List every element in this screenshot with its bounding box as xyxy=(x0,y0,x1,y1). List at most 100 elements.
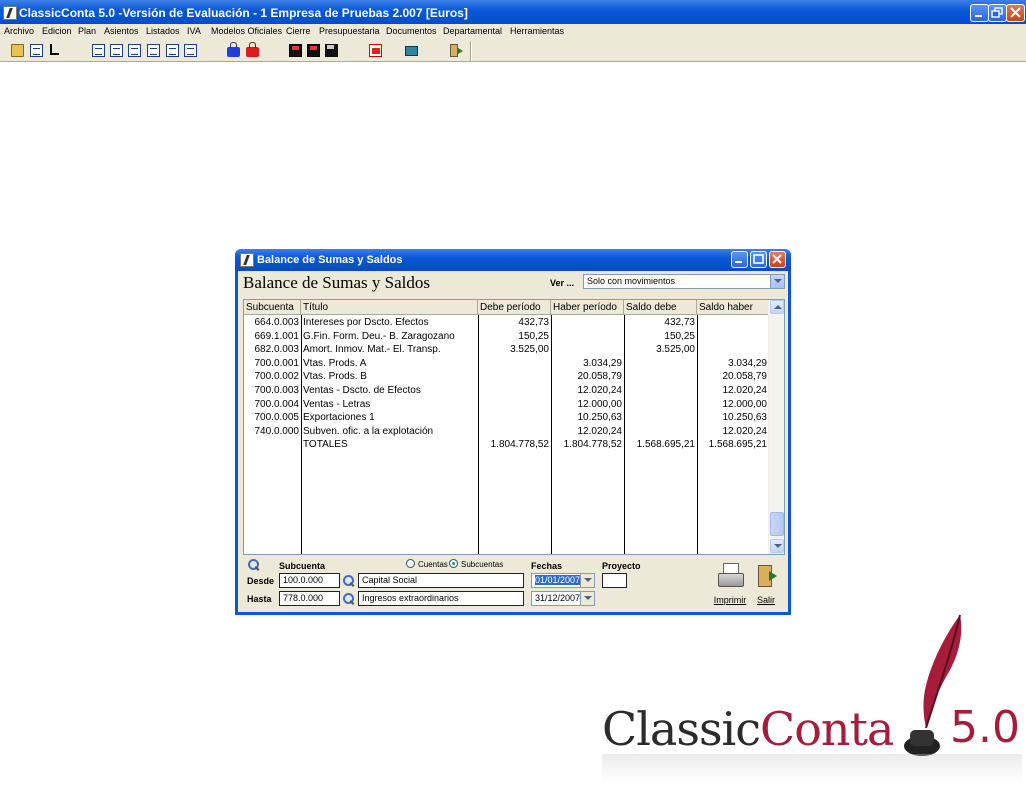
journal-d-icon[interactable] xyxy=(92,44,105,57)
cell-haber-periodo: 1.804.778,52 xyxy=(563,439,622,451)
cell-haber-periodo: 3.034,29 xyxy=(583,357,622,369)
column-header-saldo-haber[interactable]: Saldo haber xyxy=(697,300,769,315)
menu-archivo[interactable]: Archivo xyxy=(4,26,34,36)
cell-titulo: Subven. ofic. a la explotación xyxy=(303,425,434,437)
chevron-down-icon[interactable] xyxy=(770,275,784,288)
scroll-up-button[interactable] xyxy=(770,300,784,314)
table-row[interactable]: 700.0.001 Vtas. Prods. A 3.034,29 3.034,29 xyxy=(244,358,769,372)
menu-presupuestaria[interactable]: Presupuestaria xyxy=(319,26,380,36)
table-row[interactable]: 740.0.000 Subven. ofic. a la explotación 1… xyxy=(244,426,769,440)
search-icon[interactable] xyxy=(343,575,355,587)
menu-listados[interactable]: Listados xyxy=(146,26,180,36)
desde-nombre-input[interactable]: Capital Social xyxy=(358,573,524,588)
cell-subcuenta: 700.0.002 xyxy=(254,371,300,383)
fecha-desde-value: 01/01/2007 xyxy=(535,575,581,585)
search-icon[interactable] xyxy=(343,593,355,605)
fecha-desde-select[interactable]: 01/01/2007 xyxy=(531,573,595,588)
save-icon[interactable] xyxy=(325,44,338,57)
printer-icon xyxy=(717,563,744,589)
menu-modelos-oficiales[interactable]: Modelos Oficiales xyxy=(211,26,282,36)
cell-subcuenta: 700.0.005 xyxy=(254,412,300,424)
proyecto-input[interactable] xyxy=(602,573,627,588)
column-header-subcuenta[interactable]: Subcuenta xyxy=(244,300,301,315)
fecha-hasta-select[interactable]: 31/12/2007 xyxy=(531,591,595,606)
scroll-thumb[interactable] xyxy=(770,512,784,536)
dialog-minimize-button[interactable] xyxy=(731,251,748,268)
table-row[interactable]: 700.0.004 Ventas - Letras 12.000,00 12.000,… xyxy=(244,399,769,413)
cell-titulo: Ventas - Dscto. de Efectos xyxy=(303,385,421,396)
menu-asientos[interactable]: Asientos xyxy=(104,26,139,36)
menu-iva[interactable]: IVA xyxy=(187,26,201,36)
search-icon[interactable] xyxy=(248,559,260,571)
journal-icon[interactable] xyxy=(110,44,123,57)
report-r-icon[interactable] xyxy=(166,44,179,57)
proyecto-label: Proyecto xyxy=(602,561,641,571)
open-folder-icon[interactable] xyxy=(11,44,24,57)
table-row[interactable]: 669.1.001 G.Fin. Form. Deu.- B. Zaragozan… xyxy=(244,331,769,345)
cell-titulo: Intereses por Dscto. Efectos xyxy=(303,317,429,328)
hasta-label: Hasta xyxy=(247,594,272,604)
column-header-debe-periodo[interactable]: Debe período xyxy=(478,300,551,315)
restore-button[interactable] xyxy=(988,4,1007,22)
cell-saldo-haber: 10.250,63 xyxy=(722,412,768,424)
dialog-close-button[interactable] xyxy=(769,251,786,268)
table-row[interactable]: 664.0.003 Intereses por Dscto. Efectos 432… xyxy=(244,317,769,331)
menu-herramientas[interactable]: Herramientas xyxy=(510,26,564,36)
cell-debe-periodo: 3.525,00 xyxy=(510,344,549,356)
hasta-nombre-input[interactable]: Ingresos extraordinarios xyxy=(358,591,524,606)
column-header-titulo[interactable]: Título xyxy=(301,300,478,315)
table-header: Subcuenta Título Debe período Haber perí… xyxy=(244,300,769,315)
balance-table[interactable]: Subcuenta Título Debe período Haber perí… xyxy=(243,299,785,555)
radio-cuentas-label: Cuentas xyxy=(418,560,448,569)
sum-icon[interactable] xyxy=(147,44,160,57)
pdf-icon[interactable] xyxy=(369,44,382,57)
dialog-maximize-button[interactable] xyxy=(750,251,767,268)
cell-subcuenta: 700.0.003 xyxy=(254,385,300,396)
app-title: ClassicConta 5.0 -Versión de Evaluación … xyxy=(19,6,468,20)
table-row[interactable]: 700.0.003 Ventas - Dscto. de Efectos 12.02… xyxy=(244,385,769,399)
column-header-haber-periodo[interactable]: Haber período xyxy=(551,300,624,315)
vertical-scrollbar[interactable] xyxy=(768,300,784,554)
save-red-2-icon[interactable] xyxy=(307,44,320,57)
exit-door-icon[interactable] xyxy=(450,44,463,57)
balance-window-title: Balance de Sumas y Saldos xyxy=(257,254,403,266)
save-red-icon[interactable] xyxy=(289,44,302,57)
table-row[interactable]: 682.0.003 Amort. Inmov. Mat.- El. Transp.… xyxy=(244,344,769,358)
ver-select[interactable]: Solo con movimientos xyxy=(583,274,785,289)
table-row[interactable]: TOTALES 1.804.778,52 1.804.778,52 1.568.695… xyxy=(244,439,769,453)
salir-label: Salir xyxy=(756,595,775,605)
desde-subcuenta-input[interactable]: 100.0.000 xyxy=(279,573,340,588)
column-header-saldo-debe[interactable]: Saldo debe xyxy=(624,300,697,315)
radio-subcuentas[interactable] xyxy=(449,559,458,568)
report-icon[interactable] xyxy=(184,44,197,57)
ver-select-value: Solo con movimientos xyxy=(587,276,676,286)
scroll-down-button[interactable] xyxy=(770,539,784,553)
lock-red-icon[interactable] xyxy=(246,42,259,57)
balance-window-title-bar[interactable]: Balance de Sumas y Saldos xyxy=(235,249,791,271)
radio-cuentas[interactable] xyxy=(406,559,415,568)
ledger-icon[interactable] xyxy=(30,44,43,57)
close-button[interactable] xyxy=(1006,4,1025,22)
table-row[interactable]: 700.0.002 Vtas. Prods. B 20.058,79 20.058,7… xyxy=(244,371,769,385)
chevron-down-icon[interactable] xyxy=(580,592,594,605)
balance-b-icon[interactable] xyxy=(128,44,141,57)
cell-subcuenta: 682.0.003 xyxy=(254,344,300,356)
app-title-bar[interactable]: ClassicConta 5.0 -Versión de Evaluación … xyxy=(0,0,1026,26)
salir-button[interactable]: Salir xyxy=(746,563,786,605)
menu-documentos[interactable]: Documentos xyxy=(386,26,437,36)
account-tree-icon[interactable] xyxy=(50,44,59,55)
menu-edicion[interactable]: Edicion xyxy=(42,26,72,36)
monitor-icon[interactable] xyxy=(405,46,418,56)
hasta-subcuenta-input[interactable]: 778.0.000 xyxy=(279,591,340,606)
table-row[interactable]: 700.0.005 Exportaciones 1 10.250,63 10.250,… xyxy=(244,412,769,426)
cell-subcuenta: 740.0.000 xyxy=(254,425,300,437)
menu-departamental[interactable]: Departamental xyxy=(443,26,502,36)
lock-blue-icon[interactable] xyxy=(227,42,240,57)
chevron-down-icon[interactable] xyxy=(580,574,594,587)
app-icon[interactable] xyxy=(3,6,17,20)
window-app-icon[interactable] xyxy=(240,253,254,267)
imprimir-button[interactable]: Imprimir xyxy=(710,563,750,605)
minimize-button[interactable] xyxy=(970,4,989,22)
menu-cierre[interactable]: Cierre xyxy=(286,26,311,36)
menu-plan[interactable]: Plan xyxy=(78,26,96,36)
